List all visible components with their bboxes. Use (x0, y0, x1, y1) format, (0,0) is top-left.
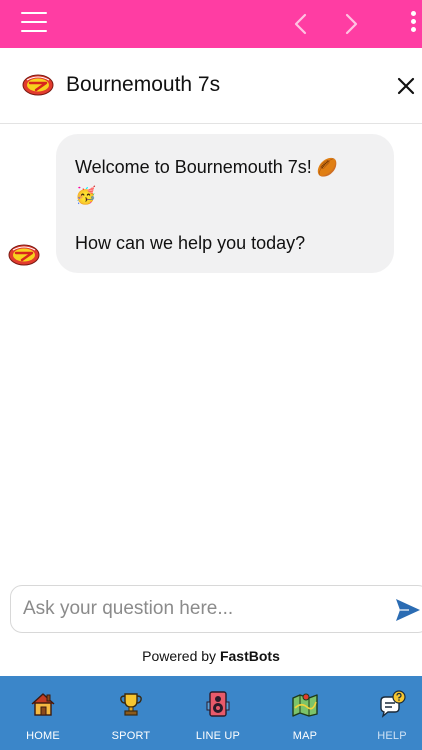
back-arrow-icon[interactable] (287, 10, 315, 38)
menu-icon[interactable] (21, 12, 47, 34)
close-icon[interactable] (395, 75, 417, 97)
message-welcome-text: Welcome to Bournemouth 7s! (75, 157, 312, 177)
tab-home[interactable]: HOME (1, 676, 85, 750)
tab-map[interactable]: MAP (263, 676, 347, 750)
question-input-container (10, 585, 422, 633)
powered-by-prefix: Powered by (142, 648, 220, 664)
rugby-ball-emoji: 🏉 (316, 158, 338, 178)
send-icon[interactable] (395, 598, 421, 622)
tab-help-label: HELP (377, 730, 407, 742)
powered-by-text: Powered by FastBots (0, 648, 422, 664)
bot-message-bubble: Welcome to Bournemouth 7s! 🏉 🥳 How can w… (56, 134, 394, 273)
chat-title: Bournemouth 7s (66, 73, 221, 96)
bournemouth-7s-logo-icon (22, 74, 54, 96)
message-line-welcome: Welcome to Bournemouth 7s! 🏉 (75, 154, 374, 182)
message-line-help: How can we help you today? (75, 233, 306, 253)
more-options-icon[interactable] (406, 11, 420, 37)
forward-arrow-icon[interactable] (337, 10, 365, 38)
bot-avatar-icon (8, 244, 40, 266)
tab-help[interactable]: HELP (350, 676, 422, 750)
house-icon (31, 693, 55, 716)
trophy-icon (120, 693, 142, 716)
tab-line-up[interactable]: LINE UP (176, 676, 260, 750)
message-line-emoji: 🥳 (75, 182, 374, 210)
bottom-tab-bar: HOME SPORT LINE UP MAP HELP (0, 676, 422, 750)
map-icon (292, 693, 318, 717)
tab-sport[interactable]: SPORT (89, 676, 173, 750)
tab-sport-label: SPORT (111, 730, 151, 742)
party-face-emoji: 🥳 (75, 186, 97, 206)
question-input[interactable] (23, 596, 383, 622)
tab-home-label: HOME (26, 730, 60, 742)
speaker-icon (206, 691, 230, 717)
tab-map-label: MAP (292, 730, 318, 742)
chat-header: Bournemouth 7s (0, 48, 422, 124)
fastbots-link[interactable]: FastBots (220, 648, 280, 664)
tab-line-up-label: LINE UP (195, 730, 241, 742)
chat-help-icon (380, 690, 406, 718)
top-app-bar (0, 0, 422, 48)
